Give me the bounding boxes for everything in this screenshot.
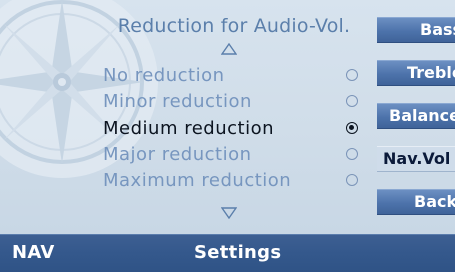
option-minor-reduction[interactable]: Minor reduction (103, 89, 363, 114)
option-label: No reduction (103, 65, 225, 86)
screen-title: Settings (194, 242, 282, 263)
radio-dot-icon (349, 125, 355, 131)
option-maximum-reduction[interactable]: Maximum reduction (103, 168, 363, 193)
radio-button[interactable] (346, 95, 358, 107)
option-label: Minor reduction (103, 91, 252, 112)
scroll-down-icon[interactable] (221, 207, 237, 219)
option-label: Maximum reduction (103, 170, 292, 191)
nav-settings-screen: Reduction for Audio-Vol. No reduction Mi… (0, 0, 455, 272)
treble-button-label: Treble (407, 63, 455, 82)
balance-button-label: Balance (389, 106, 455, 125)
back-button[interactable]: Back (377, 189, 455, 215)
radio-button[interactable] (346, 69, 358, 81)
balance-button[interactable]: Balance (377, 103, 455, 129)
radio-button[interactable] (346, 174, 358, 186)
option-no-reduction[interactable]: No reduction (103, 63, 363, 88)
nav-vol-button[interactable]: Nav.Vol (377, 146, 455, 172)
treble-button[interactable]: Treble (377, 60, 455, 86)
bass-button[interactable]: Bass (377, 17, 455, 43)
radio-button[interactable] (346, 148, 358, 160)
bass-button-label: Bass (420, 20, 455, 39)
menu-title: Reduction for Audio-Vol. (117, 15, 351, 37)
option-label: Medium reduction (103, 118, 274, 139)
nav-vol-button-label: Nav.Vol (383, 149, 451, 168)
option-major-reduction[interactable]: Major reduction (103, 142, 363, 167)
status-bar: NAV Settings (0, 234, 455, 272)
scroll-up-icon[interactable] (221, 43, 237, 55)
option-medium-reduction[interactable]: Medium reduction (103, 116, 363, 141)
nav-mode-button[interactable]: NAV (12, 235, 55, 271)
option-label: Major reduction (103, 144, 252, 165)
audio-reduction-menu: Reduction for Audio-Vol. No reduction Mi… (92, 10, 376, 222)
radio-button-selected[interactable] (346, 122, 358, 134)
back-button-label: Back (414, 192, 455, 211)
